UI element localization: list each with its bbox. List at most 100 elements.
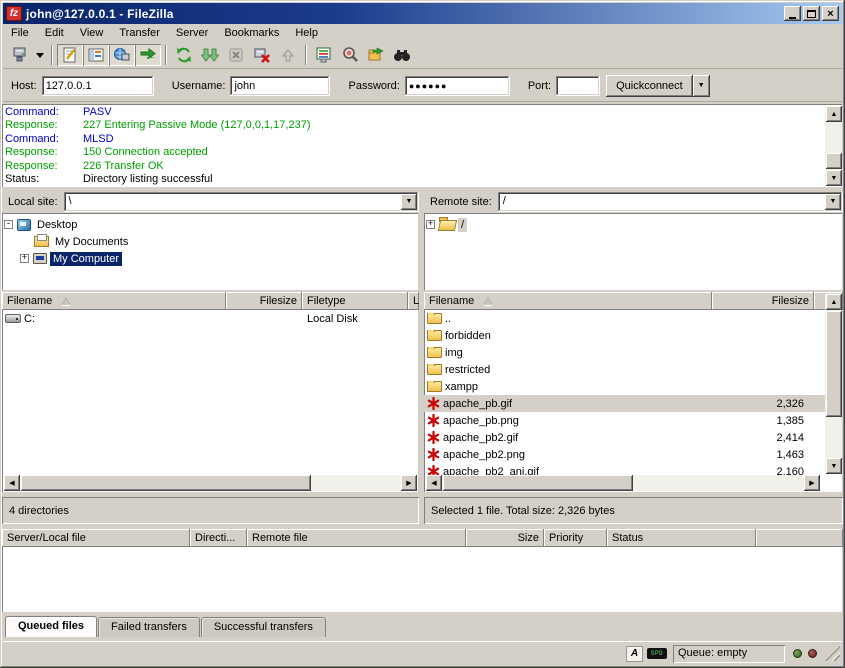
collapse-icon[interactable]: - <box>4 220 13 229</box>
remote-hscrollbar-thumb[interactable] <box>443 475 633 491</box>
scroll-down-icon[interactable]: ▼ <box>826 170 842 186</box>
toggle-remote-tree-button[interactable] <box>109 44 135 66</box>
tab-failed-transfers[interactable]: Failed transfers <box>98 617 200 637</box>
file-row-apache-pb2-gif[interactable]: apache_pb2.gif 2,414 <box>424 429 843 446</box>
file-row-c-drive[interactable]: C: Local Disk <box>2 310 419 327</box>
file-row-forbidden[interactable]: forbidden <box>424 327 843 344</box>
column-header-priority[interactable]: Priority <box>544 529 607 547</box>
remote-site-value[interactable]: / <box>500 194 825 210</box>
scroll-down-icon[interactable]: ▼ <box>826 458 842 474</box>
tab-successful-transfers[interactable]: Successful transfers <box>201 617 326 637</box>
disconnect-button[interactable] <box>249 44 275 66</box>
password-label: Password: <box>348 80 399 92</box>
cancel-operation-button[interactable] <box>223 44 249 66</box>
expand-icon[interactable]: + <box>426 220 435 229</box>
menu-view[interactable]: View <box>72 25 112 41</box>
column-header-modified[interactable]: L <box>408 292 419 310</box>
site-manager-button[interactable] <box>7 44 33 66</box>
column-header-remote-file[interactable]: Remote file <box>247 529 466 547</box>
local-site-dropdown-icon[interactable]: ▼ <box>401 194 417 210</box>
remote-site-combo[interactable]: / ▼ <box>498 192 843 212</box>
data-type-indicator-icon[interactable]: A <box>626 646 643 662</box>
file-row-restricted[interactable]: restricted <box>424 361 843 378</box>
refresh-button[interactable] <box>171 44 197 66</box>
directory-comparison-button[interactable] <box>337 44 363 66</box>
file-row-xampp[interactable]: xampp <box>424 378 843 395</box>
menu-file[interactable]: File <box>3 25 37 41</box>
username-label: Username: <box>172 80 226 92</box>
file-row-apache-pb-gif[interactable]: apache_pb.gif 2,326 <box>424 395 843 412</box>
scroll-left-icon[interactable]: ◀ <box>4 475 20 491</box>
toggle-transfer-queue-button[interactable] <box>135 44 161 66</box>
file-row-apache-pb2-png[interactable]: apache_pb2.png 1,463 <box>424 446 843 463</box>
reconnect-button[interactable] <box>275 44 301 66</box>
tree-item-my-computer[interactable]: + My Computer <box>4 250 417 267</box>
scroll-up-icon[interactable]: ▲ <box>826 294 842 310</box>
scroll-right-icon[interactable]: ▶ <box>804 475 820 491</box>
column-header-filesize[interactable]: Filesize <box>226 292 302 310</box>
local-hscrollbar-thumb[interactable] <box>21 475 311 491</box>
remote-file-list: Filename Filesize .. forbidden img restr… <box>424 292 843 493</box>
log-scrollbar-thumb[interactable] <box>826 153 842 169</box>
tree-item-root[interactable]: + / <box>426 216 841 233</box>
port-input[interactable] <box>556 76 600 96</box>
resize-grip[interactable] <box>825 646 840 661</box>
file-row-apache-pb-png[interactable]: apache_pb.png 1,385 <box>424 412 843 429</box>
file-search-button[interactable] <box>389 44 415 66</box>
toggle-local-tree-button[interactable] <box>83 44 109 66</box>
local-site-combo[interactable]: \ ▼ <box>64 192 419 212</box>
file-row-img[interactable]: img <box>424 344 843 361</box>
quickconnect-dropdown[interactable]: ▼ <box>693 75 710 97</box>
log-scrollbar[interactable]: ▲ ▼ <box>825 106 842 186</box>
image-file-icon <box>427 414 440 427</box>
minimize-button[interactable] <box>784 6 801 21</box>
site-manager-dropdown[interactable] <box>33 44 47 66</box>
remote-site-dropdown-icon[interactable]: ▼ <box>825 194 841 210</box>
column-header-filename[interactable]: Filename <box>424 292 712 310</box>
remote-vscrollbar[interactable]: ▲ ▼ <box>825 294 842 474</box>
column-header-filetype[interactable]: Filetype <box>302 292 408 310</box>
username-input[interactable] <box>230 76 330 96</box>
menu-edit[interactable]: Edit <box>37 25 72 41</box>
scroll-left-icon[interactable]: ◀ <box>426 475 442 491</box>
toggle-message-log-button[interactable] <box>57 44 83 66</box>
maximize-button[interactable] <box>803 6 820 21</box>
column-header-direction[interactable]: Directi... <box>190 529 247 547</box>
column-header-blank <box>756 529 843 547</box>
tree-item-my-documents[interactable]: My Documents <box>4 233 417 250</box>
local-site-label: Local site: <box>2 196 64 208</box>
minimize-icon <box>789 17 796 19</box>
local-list-header: Filename Filesize Filetype L <box>2 292 419 310</box>
tab-queued-files[interactable]: Queued files <box>5 616 97 637</box>
process-queue-button[interactable] <box>197 44 223 66</box>
app-icon[interactable]: fz <box>6 6 22 21</box>
scroll-up-icon[interactable]: ▲ <box>826 106 842 122</box>
close-icon: × <box>827 9 833 19</box>
local-hscrollbar[interactable]: ◀ ▶ <box>4 475 417 491</box>
directory-listing-filters-button[interactable] <box>311 44 337 66</box>
menu-help[interactable]: Help <box>287 25 326 41</box>
menu-server[interactable]: Server <box>168 25 216 41</box>
column-header-size[interactable]: Size <box>466 529 544 547</box>
column-header-status[interactable]: Status <box>607 529 756 547</box>
local-site-bar: Local site: \ ▼ <box>2 191 419 212</box>
column-header-server-local-file[interactable]: Server/Local file <box>2 529 190 547</box>
tree-item-desktop[interactable]: - Desktop <box>4 216 417 233</box>
remote-vscrollbar-thumb[interactable] <box>826 311 842 417</box>
quickconnect-button[interactable]: Quickconnect <box>606 75 693 97</box>
password-input[interactable] <box>405 76 510 96</box>
menu-bookmarks[interactable]: Bookmarks <box>216 25 287 41</box>
close-button[interactable]: × <box>822 6 839 21</box>
synchronized-browsing-button[interactable] <box>363 44 389 66</box>
speed-limits-icon[interactable]: SPD <box>647 648 667 659</box>
folder-icon <box>427 330 442 341</box>
scroll-right-icon[interactable]: ▶ <box>401 475 417 491</box>
column-header-filename[interactable]: Filename <box>2 292 226 310</box>
remote-hscrollbar[interactable]: ◀ ▶ <box>426 475 820 491</box>
expand-icon[interactable]: + <box>20 254 29 263</box>
column-header-filesize[interactable]: Filesize <box>712 292 814 310</box>
menu-transfer[interactable]: Transfer <box>111 25 168 41</box>
file-row-parent[interactable]: .. <box>424 310 843 327</box>
host-input[interactable] <box>42 76 154 96</box>
local-site-value[interactable]: \ <box>66 194 401 210</box>
